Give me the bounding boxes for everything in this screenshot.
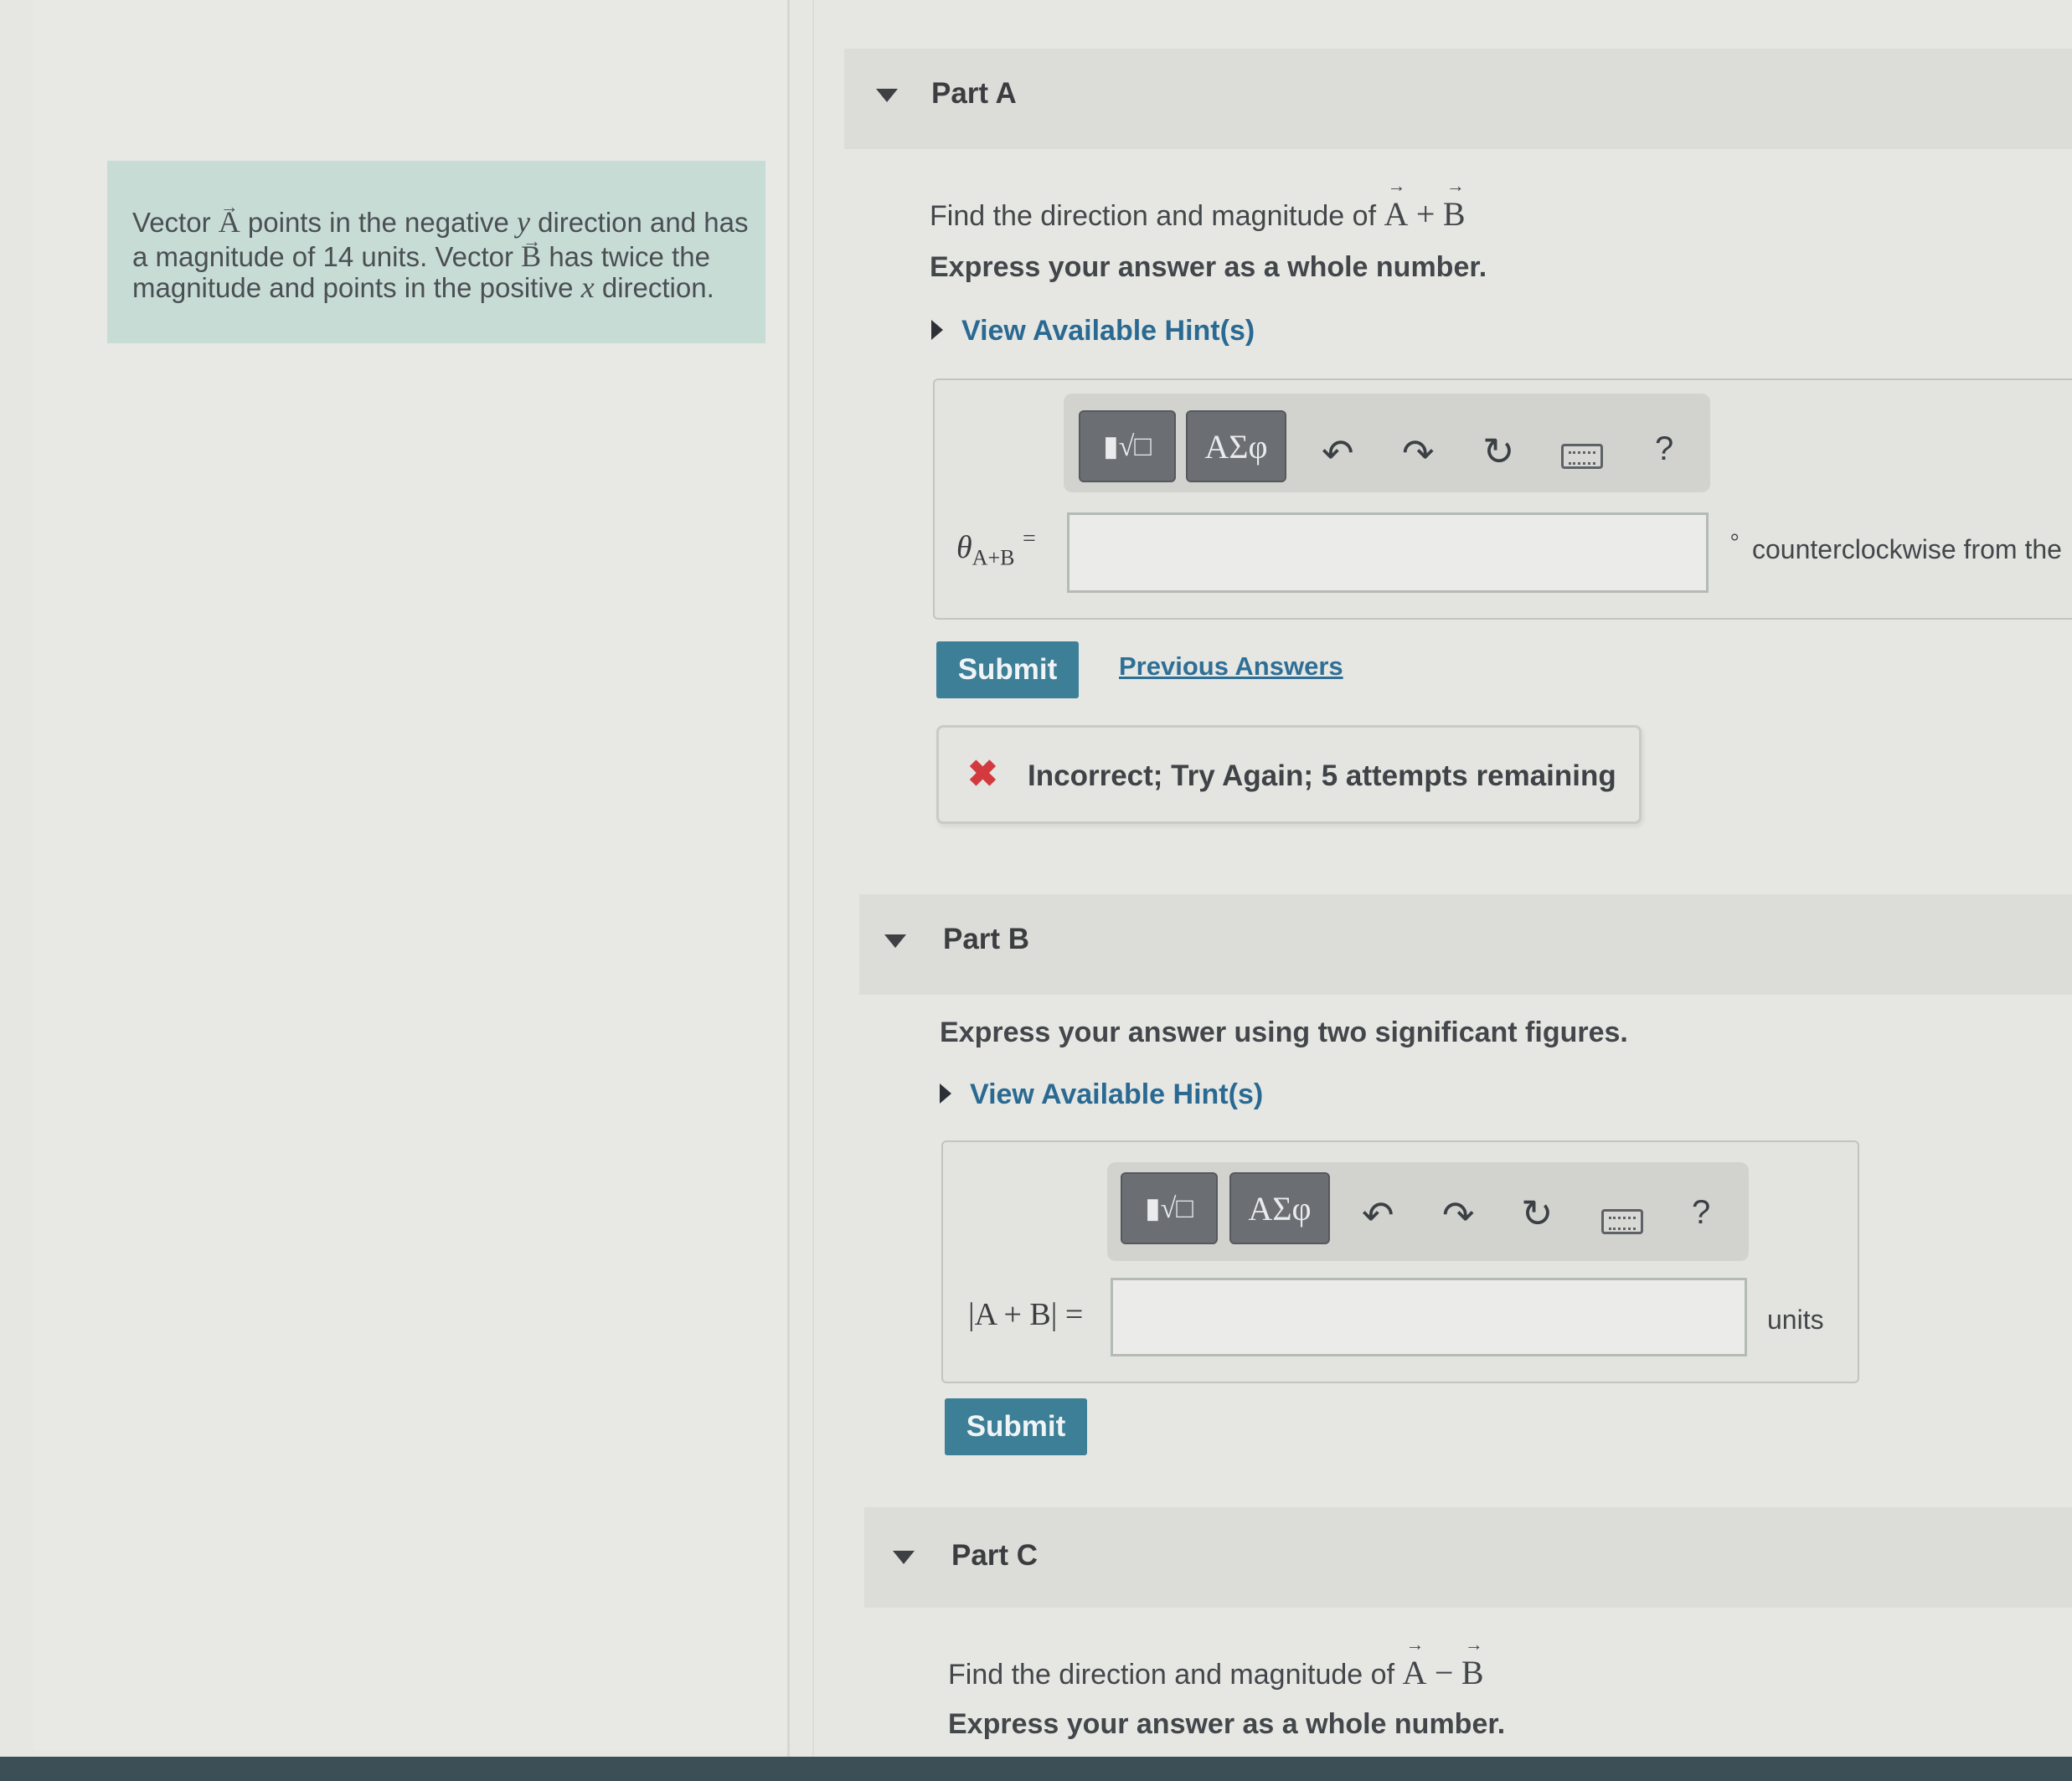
part-a-instruction: Express your answer as a whole number. [930,251,1487,283]
template-sqrt-icon[interactable]: ▮√□ [1079,410,1176,482]
keyboard-icon[interactable] [1561,444,1603,469]
keyboard-icon[interactable] [1601,1209,1643,1234]
feedback-message: Incorrect; Try Again; 5 attempts remaini… [1028,759,1616,792]
part-a-unit-text: counterclockwise from the [1752,534,2062,564]
part-a-answer-input[interactable] [1067,512,1709,593]
part-c-question: Find the direction and magnitude of A − … [948,1653,1484,1692]
column-divider [787,0,790,1767]
part-c-title: Part C [951,1539,1039,1572]
degree-symbol: ° [1730,529,1740,553]
problem-statement: Vector A points in the negative y direct… [107,161,765,343]
vector-a-symbol: A [219,205,240,239]
symbols-button[interactable]: ΑΣφ [1186,410,1286,482]
part-b-title: Part B [943,923,1030,955]
column-divider-secondary [812,0,814,1767]
help-icon[interactable]: ? [1692,1196,1710,1229]
previous-answers-link[interactable]: Previous Answers [1119,651,1343,682]
vector-b-symbol: B [521,239,541,273]
part-b-hint-toggle[interactable]: View Available Hint(s) [940,1078,1263,1111]
collapse-caret-icon[interactable] [884,934,906,948]
theta-label: θA+B = [956,526,1036,570]
symbols-button[interactable]: ΑΣφ [1229,1172,1330,1244]
collapse-caret-icon[interactable] [876,89,898,102]
part-a-submit-button[interactable]: Submit [936,641,1079,698]
redo-icon[interactable]: ↷ [1402,434,1435,472]
part-b-instruction: Express your answer using two significan… [940,1017,1628,1048]
magnitude-label: |A + B| = [968,1297,1084,1332]
part-c-instruction: Express your answer as a whole number. [948,1708,1506,1740]
reset-icon[interactable]: ↻ [1521,1194,1554,1233]
help-icon[interactable]: ? [1655,432,1673,466]
redo-icon[interactable]: ↷ [1442,1196,1475,1234]
part-a-hint-toggle[interactable]: View Available Hint(s) [931,315,1255,347]
x-variable: x [580,270,595,304]
part-a-title: Part A [931,77,1017,110]
bottom-bar [0,1757,2072,1781]
reset-icon[interactable]: ↻ [1482,432,1515,471]
part-b-submit-button[interactable]: Submit [945,1398,1087,1455]
part-c-header[interactable]: Part C [864,1507,2072,1608]
part-b-header[interactable]: Part B [859,894,2072,995]
undo-icon[interactable]: ↶ [1362,1196,1394,1234]
undo-icon[interactable]: ↶ [1322,434,1354,472]
part-b-answer-input[interactable] [1111,1278,1747,1356]
part-b-unit-text: units [1767,1305,1824,1335]
part-a-header[interactable]: Part A [844,49,2072,149]
part-a-question: Find the direction and magnitude of A + … [930,194,1466,234]
expand-triangle-icon [931,320,943,341]
expand-triangle-icon [940,1084,951,1104]
collapse-caret-icon[interactable] [893,1551,915,1564]
incorrect-feedback: ✖ Incorrect; Try Again; 5 attempts remai… [936,725,1642,824]
error-x-icon: ✖ [967,754,998,795]
template-sqrt-icon[interactable]: ▮√□ [1121,1172,1218,1244]
